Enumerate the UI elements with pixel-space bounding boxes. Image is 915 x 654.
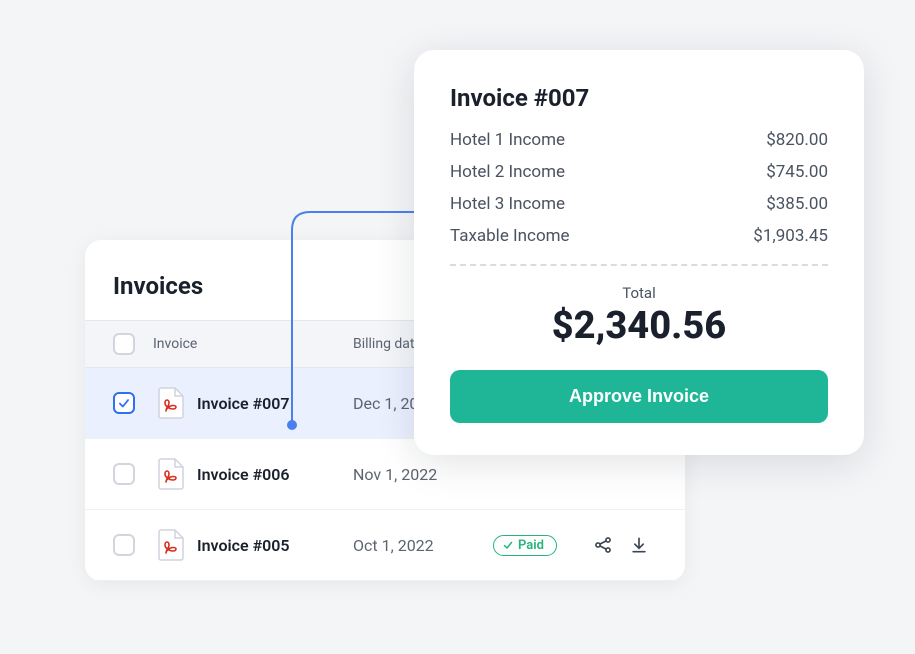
- line-amount: $385.00: [766, 194, 828, 214]
- line-item: Taxable Income $1,903.45: [450, 226, 828, 246]
- line-item: Hotel 3 Income $385.00: [450, 194, 828, 214]
- line-label: Hotel 1 Income: [450, 130, 565, 150]
- line-item: Hotel 2 Income $745.00: [450, 162, 828, 182]
- table-row[interactable]: Invoice #005 Oct 1, 2022 Paid: [85, 510, 685, 581]
- pdf-file-icon: [157, 457, 185, 491]
- row-checkbox[interactable]: [113, 463, 135, 485]
- line-label: Taxable Income: [450, 226, 570, 246]
- pdf-file-icon: [157, 386, 185, 420]
- divider: [450, 264, 828, 266]
- invoice-name: Invoice #006: [197, 465, 290, 484]
- line-amount: $745.00: [766, 162, 828, 182]
- invoice-name: Invoice #007: [197, 394, 290, 413]
- share-icon[interactable]: [593, 535, 613, 555]
- row-checkbox[interactable]: [113, 392, 135, 414]
- pdf-file-icon: [157, 528, 185, 562]
- line-item: Hotel 1 Income $820.00: [450, 130, 828, 150]
- invoice-detail-card: Invoice #007 Hotel 1 Income $820.00 Hote…: [414, 50, 864, 455]
- line-label: Hotel 3 Income: [450, 194, 565, 214]
- invoice-name: Invoice #005: [197, 536, 290, 555]
- header-invoice-label: Invoice: [153, 336, 353, 352]
- approve-invoice-button[interactable]: Approve Invoice: [450, 370, 828, 423]
- line-label: Hotel 2 Income: [450, 162, 565, 182]
- total-label: Total: [450, 284, 828, 302]
- row-checkbox[interactable]: [113, 534, 135, 556]
- total-amount: $2,340.56: [450, 304, 828, 348]
- detail-title: Invoice #007: [450, 84, 828, 112]
- invoice-date: Oct 1, 2022: [353, 536, 493, 555]
- check-icon: [502, 539, 514, 551]
- select-all-checkbox[interactable]: [113, 333, 135, 355]
- download-icon[interactable]: [629, 535, 649, 555]
- status-badge: Paid: [493, 535, 557, 556]
- line-amount: $1,903.45: [753, 226, 828, 246]
- line-amount: $820.00: [766, 130, 828, 150]
- status-label: Paid: [518, 538, 544, 553]
- invoice-date: Nov 1, 2022: [353, 465, 493, 484]
